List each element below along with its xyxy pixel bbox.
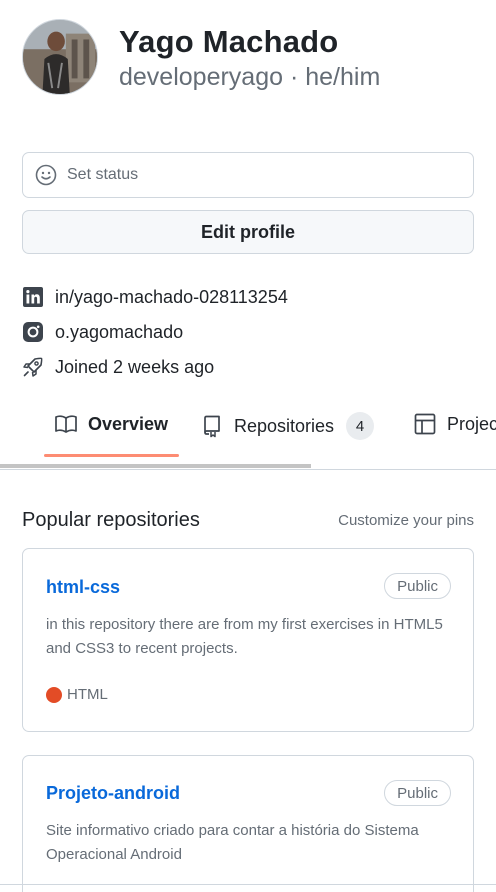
- book-icon: [54, 412, 78, 436]
- linkedin-icon: [22, 286, 44, 308]
- tab-overview-label: Overview: [88, 413, 169, 434]
- avatar[interactable]: [22, 19, 98, 95]
- repo-card: Projeto-android Public Site informativo …: [22, 755, 474, 892]
- repo-description: Site informativo criado para contar a hi…: [46, 822, 419, 863]
- set-status-label: Set status: [67, 166, 139, 183]
- popular-repositories-title: Popular repositories: [22, 509, 200, 531]
- smiley-icon: [35, 164, 57, 186]
- tab-projects-label: Projects: [447, 413, 496, 434]
- set-status-button[interactable]: Set status: [22, 152, 474, 198]
- repo-description: in this repository there are from my fir…: [46, 616, 443, 657]
- repo-language-label: HTML: [67, 686, 108, 703]
- repo-icon: [200, 414, 224, 438]
- visibility-badge: Public: [384, 573, 451, 599]
- repo-language: HTML: [46, 686, 108, 703]
- linkedin-link[interactable]: in/yago-machado-028113254: [22, 286, 288, 308]
- visibility-badge: Public: [384, 780, 451, 806]
- repositories-count-badge: 4: [346, 412, 375, 440]
- tabs-divider: [0, 469, 496, 470]
- language-color-dot: [46, 686, 62, 703]
- profile-handle: developeryago · he/him: [119, 63, 381, 91]
- joined-text: Joined 2 weeks ago: [55, 356, 215, 377]
- tab-repositories[interactable]: Repositories 4: [200, 412, 375, 440]
- instagram-icon: [22, 321, 44, 343]
- repo-link[interactable]: Projeto-android: [46, 783, 180, 804]
- tab-repositories-label: Repositories: [234, 415, 335, 436]
- joined-info: Joined 2 weeks ago: [22, 356, 214, 378]
- table-icon: [413, 412, 437, 436]
- instagram-link[interactable]: o.yagomachado: [22, 321, 183, 343]
- bottom-divider: [0, 884, 496, 885]
- tab-projects[interactable]: Projects: [413, 412, 496, 436]
- avatar-photo: [23, 20, 97, 94]
- tab-overview[interactable]: Overview: [54, 412, 168, 436]
- edit-profile-button[interactable]: Edit profile: [22, 210, 474, 254]
- profile-tabs: Overview Repositories 4 Projects: [0, 400, 496, 470]
- profile-name: Yago Machado: [119, 24, 339, 59]
- customize-pins-link[interactable]: Customize your pins: [338, 512, 474, 529]
- tabs-scrollbar[interactable]: [0, 464, 311, 468]
- repo-link[interactable]: html-css: [46, 577, 120, 598]
- linkedin-text: in/yago-machado-028113254: [55, 286, 288, 307]
- repo-card: html-css Public in this repository there…: [22, 548, 474, 732]
- active-tab-indicator: [44, 454, 179, 457]
- rocket-icon: [22, 356, 44, 378]
- instagram-text: o.yagomachado: [55, 321, 184, 342]
